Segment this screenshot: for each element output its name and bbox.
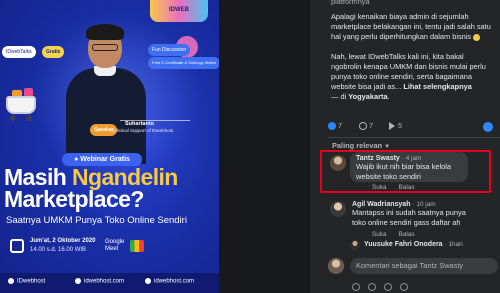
footer-item: idwebhost.com bbox=[145, 278, 194, 285]
comment-time: · 1hari bbox=[444, 241, 463, 248]
location-suffix: . bbox=[387, 92, 390, 101]
like-button-icon[interactable] bbox=[483, 122, 493, 132]
speaker-photo bbox=[62, 22, 148, 164]
poster-headline: Masih Ngandelin Marketplace? bbox=[4, 166, 219, 212]
post-image[interactable]: IDWEB IDwebTalks Gratis Fun Discussion F… bbox=[0, 0, 219, 293]
author-name: Yuusuke Fahri Onodera bbox=[364, 241, 443, 248]
globe-icon bbox=[145, 278, 151, 284]
like-icon bbox=[328, 122, 336, 131]
post-text: hal yang perlu diperhitungkan dalam bisn… bbox=[331, 32, 472, 41]
post-text-line: website bisa jadi as... Lihat selengkapn… bbox=[331, 82, 472, 91]
headline-line-2: Marketplace? bbox=[4, 186, 144, 212]
composer-tools bbox=[352, 278, 500, 291]
screen: IDWEB IDwebTalks Gratis Fun Discussion F… bbox=[0, 0, 500, 293]
sort-dropdown[interactable]: Paling relevan ▼ bbox=[332, 141, 390, 150]
chip-gratis: Gratis bbox=[42, 46, 65, 58]
emoji-icon[interactable] bbox=[352, 282, 360, 291]
social-icon bbox=[8, 278, 14, 284]
gmeet-label: Google Meet bbox=[105, 239, 124, 253]
comment-composer: Komentari sebagai Tantz Swasty bbox=[328, 258, 500, 274]
location-prefix: — di bbox=[331, 92, 349, 101]
event-logo-text: IDWEB bbox=[169, 7, 189, 13]
footer-text: idwebhost.com bbox=[84, 278, 125, 285]
comments-count[interactable]: 7 bbox=[359, 121, 374, 131]
current-user-avatar bbox=[328, 258, 344, 274]
divider bbox=[328, 137, 500, 138]
likes-value: 7 bbox=[338, 121, 343, 130]
gmeet-label-2: Meet bbox=[105, 246, 119, 252]
comment-actions: Suka Balas bbox=[372, 231, 415, 238]
post-text-line: ngobrolin kenapa UMKM dan bisnis mulai p… bbox=[331, 62, 486, 71]
post-text-line: Nah, lewat IDwebTalks kali ini, kita bak… bbox=[331, 52, 464, 61]
footer-text: IDwebhost bbox=[17, 278, 46, 285]
comment-author[interactable]: Agil Wadriansyah · 10 jam bbox=[352, 201, 468, 208]
comment-text: toko online sendiri gass daftar ah bbox=[352, 218, 461, 227]
google-meet-icon bbox=[130, 240, 144, 252]
post-text-line: punya toko online sendiri, serta bagaima… bbox=[331, 72, 472, 81]
comment-input[interactable]: Komentari sebagai Tantz Swasty bbox=[350, 258, 498, 274]
post-location: — di Yogyakarta. bbox=[331, 92, 390, 101]
gif-icon[interactable] bbox=[384, 282, 392, 291]
share-icon bbox=[389, 122, 395, 131]
comment-time: · 10 jam bbox=[412, 201, 436, 208]
author-name: Agil Wadriansyah bbox=[352, 201, 411, 208]
like-action[interactable]: Suka bbox=[372, 231, 387, 238]
chip-idwebtalks: IDwebTalks bbox=[2, 46, 36, 58]
post-stats: 7 7 5 bbox=[328, 121, 500, 135]
reply-action[interactable]: Balas bbox=[399, 231, 415, 238]
post-text: website bisa jadi as... bbox=[331, 82, 402, 91]
comment-text: Mantapss ini sudah saatnya punya bbox=[352, 208, 466, 217]
gmeet-label-1: Google bbox=[105, 239, 125, 245]
poster-subtitle: Saatnya UMKM Punya Toko Online Sendiri bbox=[6, 215, 187, 226]
camera-icon[interactable] bbox=[368, 282, 376, 291]
sort-label: Paling relevan bbox=[332, 141, 383, 150]
event-time: 14.00 s.d. 16.00 WIB bbox=[30, 247, 87, 253]
footer-item: idwebhost.com bbox=[75, 278, 124, 285]
highlight-box bbox=[320, 150, 491, 193]
footer-text: idwebhost.com bbox=[154, 278, 195, 285]
footer-item: IDwebhost bbox=[8, 278, 45, 285]
smile-emoji-icon bbox=[473, 33, 481, 41]
chip-fun-sub: Free E-Certificate & Softcopy Materi bbox=[148, 57, 219, 69]
post-text-line: Apalagi kenaikan biaya admin di sejumlah bbox=[331, 12, 469, 21]
comment-author[interactable]: Yuusuke Fahri Onodera · 1hari bbox=[364, 241, 463, 248]
avatar[interactable] bbox=[330, 201, 346, 217]
event-date: Jum'at, 2 Oktober 2020 bbox=[30, 238, 96, 244]
post-panel: platformnya Apalagi kenaikan biaya admin… bbox=[310, 0, 500, 293]
speaker-name: Suhartanto bbox=[125, 121, 155, 127]
post-text-line: platformnya bbox=[331, 0, 370, 6]
social-icon bbox=[75, 278, 81, 284]
comment-bubble: Agil Wadriansyah · 10 jam Mantapss ini su… bbox=[350, 198, 474, 228]
calendar-icon bbox=[10, 239, 24, 253]
post-text-line: hal yang perlu diperhitungkan dalam bisn… bbox=[331, 32, 481, 41]
sticker-icon[interactable] bbox=[400, 282, 408, 291]
event-logo: IDWEB bbox=[150, 0, 208, 22]
comment-icon bbox=[359, 122, 367, 131]
location-link[interactable]: Yogyakarta bbox=[348, 92, 387, 101]
shopping-cart-icon bbox=[2, 88, 42, 122]
avatar[interactable] bbox=[350, 240, 360, 250]
likes-count[interactable]: 7 bbox=[328, 121, 343, 131]
shares-count[interactable]: 5 bbox=[389, 121, 403, 131]
shares-value: 5 bbox=[398, 121, 403, 130]
speaker-role: Technical Support of IDwebhost bbox=[110, 128, 174, 133]
comments-value: 7 bbox=[369, 121, 374, 130]
chip-fun-discussion: Fun Discussion bbox=[148, 44, 191, 56]
post-text-line: marketplace belakangan ini, tentu jadi s… bbox=[331, 22, 491, 31]
see-more-link[interactable]: Lihat selengkapnya bbox=[403, 82, 472, 91]
